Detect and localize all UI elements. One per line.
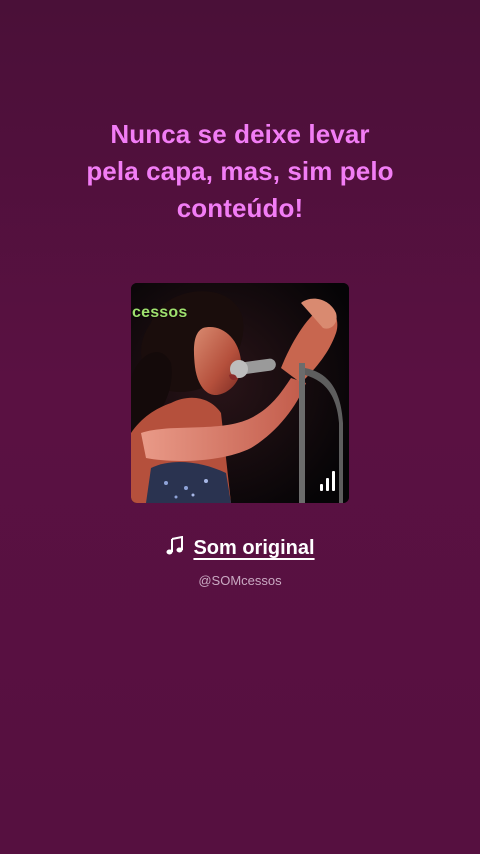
music-note-icon bbox=[166, 536, 184, 555]
audio-title-row[interactable]: Som original bbox=[0, 536, 480, 560]
reel-audio-screen: { "caption": { "line1": "Nunca se deixe … bbox=[0, 0, 480, 854]
caption-line-2: pela capa, mas, sim pelo bbox=[86, 156, 394, 186]
caption-text: Nunca se deixe levar pela capa, mas, sim… bbox=[40, 116, 440, 227]
album-cover[interactable]: cessos bbox=[131, 283, 349, 503]
cover-watermark: cessos bbox=[132, 304, 188, 321]
audio-bars-icon bbox=[320, 471, 338, 491]
artist-handle[interactable]: @SOMcessos bbox=[0, 573, 480, 588]
caption-line-3: conteúdo! bbox=[176, 193, 304, 223]
audio-title-link[interactable]: Som original bbox=[193, 537, 314, 559]
caption-line-1: Nunca se deixe levar bbox=[110, 119, 370, 149]
